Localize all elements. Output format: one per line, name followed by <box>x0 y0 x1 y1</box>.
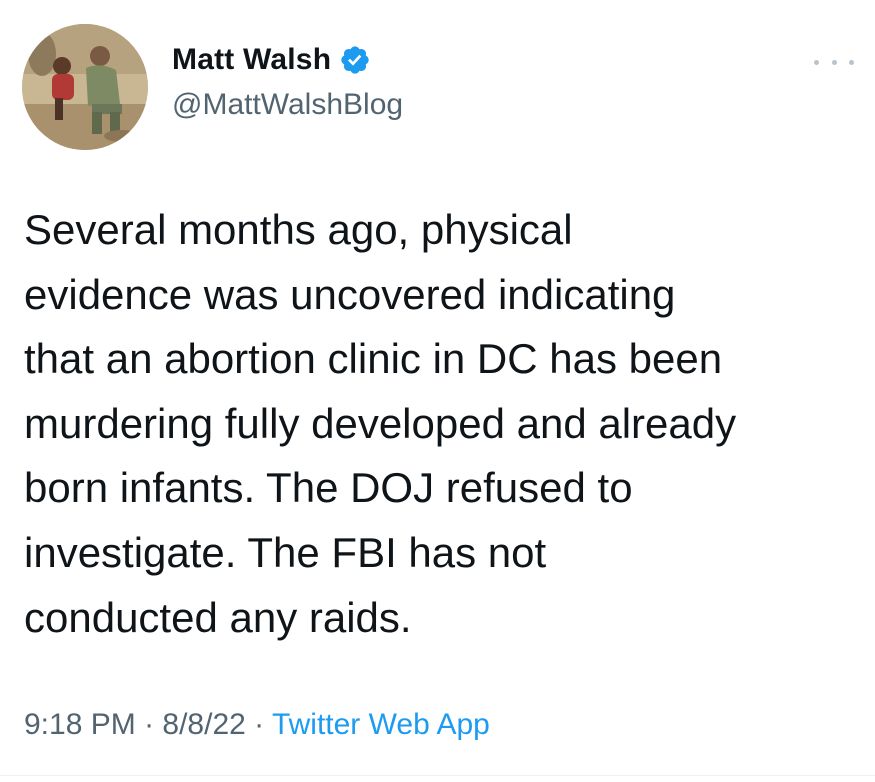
avatar-photo <box>22 24 148 150</box>
more-options-button[interactable] <box>814 52 854 72</box>
verified-badge-icon <box>339 44 371 76</box>
tweet-text: Several months ago, physical evidence wa… <box>24 198 864 650</box>
tweet-source-link[interactable]: Twitter Web App <box>272 708 490 741</box>
tweet-text-line: conducted any raids. <box>24 593 412 641</box>
meta-separator: · <box>135 708 163 741</box>
author-handle[interactable]: @MattWalshBlog <box>172 88 403 122</box>
more-dots-icon <box>814 59 819 65</box>
more-dots-icon <box>849 59 854 65</box>
divider <box>0 775 875 776</box>
tweet-meta: 9:18 PM · 8/8/22 · Twitter Web App <box>24 708 490 742</box>
tweet-time[interactable]: 9:18 PM <box>24 708 136 741</box>
more-dots-icon <box>831 59 837 65</box>
tweet-date[interactable]: 8/8/22 <box>162 708 245 741</box>
tweet-text-line: murdering fully developed and already <box>24 399 737 447</box>
author-name-row: Matt Walsh <box>172 40 371 80</box>
tweet-text-line: Several months ago, physical <box>24 206 573 253</box>
author-display-name[interactable]: Matt Walsh <box>172 43 331 77</box>
tweet-card: Matt Walsh @MattWalshBlog Several months… <box>0 0 875 782</box>
tweet-text-line: investigate. The FBI has not <box>24 528 547 576</box>
avatar[interactable] <box>22 24 148 150</box>
tweet-text-line: born infants. The DOJ refused to <box>24 464 633 512</box>
tweet-text-line: that an abortion clinic in DC has been <box>24 335 723 383</box>
meta-separator: · <box>245 708 272 741</box>
tweet-text-line: evidence was uncovered indicating <box>24 270 676 318</box>
